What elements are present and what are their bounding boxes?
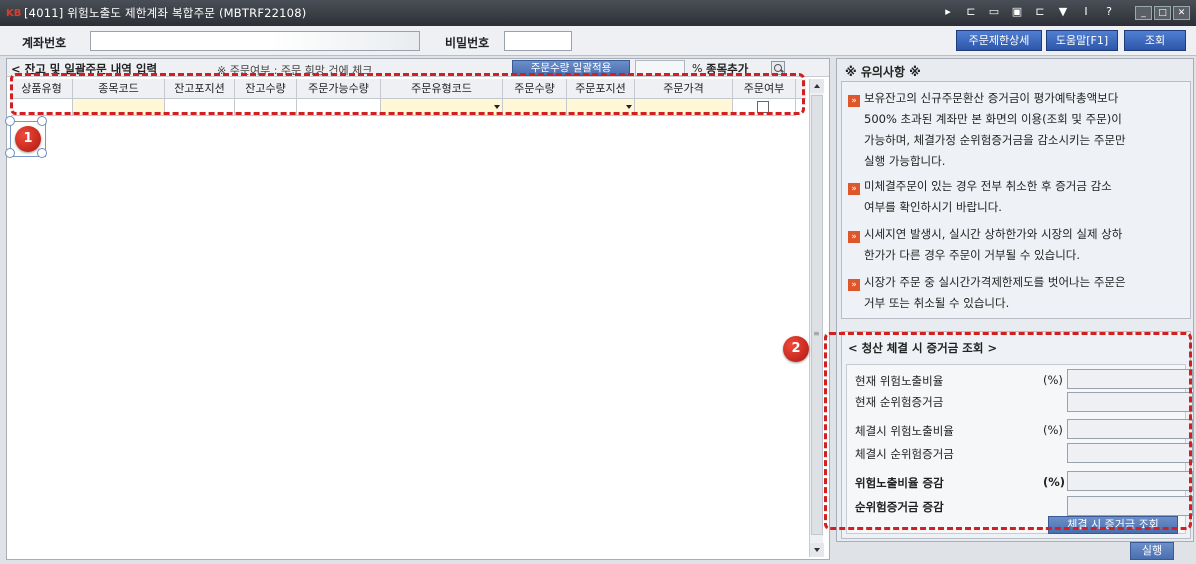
minimize-icon[interactable]: _ <box>1135 6 1152 20</box>
caution-item: » 시장가 주문 중 실시간가격제한제도를 벗어나는 주문은 거부 또는 취소될 … <box>848 272 1188 314</box>
window-controls: _ □ ✕ <box>1135 6 1190 20</box>
window-title: [4011] 위험노출도 제한계좌 복합주문 (MBTRF22108) <box>24 6 307 20</box>
scroll-grip-icon: ≡ <box>813 329 820 338</box>
resize-handle <box>5 116 15 126</box>
text-icon[interactable]: I <box>1079 5 1093 18</box>
caution-item: » 시세지연 발생시, 실시간 상하한가와 시장의 실제 상하 한가가 다른 경우… <box>848 224 1188 266</box>
window-icon[interactable]: ▭ <box>987 5 1001 18</box>
account-number-input[interactable] <box>90 31 420 51</box>
help-button[interactable]: 도움말[F1] <box>1046 30 1118 51</box>
highlight-settlement-box <box>824 332 1192 530</box>
maximize-icon[interactable]: □ <box>1154 6 1171 20</box>
resize-handle <box>5 148 15 158</box>
bullet-arrow-icon: » <box>848 183 860 195</box>
resize-handle <box>37 148 47 158</box>
query-button[interactable]: 조회 <box>1124 30 1186 51</box>
order-limit-detail-button[interactable]: 주문제한상세 <box>956 30 1042 51</box>
resize-handle <box>37 116 47 126</box>
arrow-right-icon[interactable]: ▸ <box>941 5 955 18</box>
close-icon[interactable]: ✕ <box>1173 6 1190 20</box>
bullet-arrow-icon: » <box>848 95 860 107</box>
scroll-thumb[interactable] <box>811 95 823 535</box>
execute-button[interactable]: 실행 <box>1130 542 1174 560</box>
highlight-grid-box <box>10 73 805 115</box>
grid-scrollbar[interactable]: ≡ <box>809 79 824 557</box>
step-badge-2: 2 <box>783 336 809 362</box>
caution-box: » 보유잔고의 신규주문환산 증거금이 평가예탁총액보다 500% 초과된 계좌만… <box>841 81 1191 319</box>
bullet-arrow-icon: » <box>848 231 860 243</box>
scroll-up-icon[interactable] <box>810 79 824 93</box>
password-label: 비밀번호 <box>445 36 490 50</box>
caution-item: » 미체결주문이 있는 경우 전부 취소한 후 증거금 감소 여부를 확인하시기 … <box>848 176 1188 218</box>
scroll-down-icon[interactable] <box>810 543 824 557</box>
app-logo: KB <box>6 7 22 19</box>
account-bar: 계좌번호 비밀번호 주문제한상세 도움말[F1] 조회 <box>0 26 1196 56</box>
account-label: 계좌번호 <box>22 36 67 50</box>
caution-item: » 보유잔고의 신규주문환산 증거금이 평가예탁총액보다 500% 초과된 계좌만… <box>848 88 1188 172</box>
pin-icon[interactable]: ▼ <box>1056 5 1070 18</box>
title-toolbar: ▸ ⊏ ▭ ▣ ⊏ ▼ I ? <box>941 5 1116 18</box>
order-panel: < 잔고 및 일괄주문 내역 입력 ※ 주문여부 : 주문 희망 건에 체크 주… <box>6 58 830 560</box>
settings-icon[interactable]: ▣ <box>1010 5 1024 18</box>
bullet-arrow-icon: » <box>848 279 860 291</box>
step-badge-1: 1 <box>15 126 41 152</box>
title-bar: KB [4011] 위험노출도 제한계좌 복합주문 (MBTRF22108) ▸… <box>0 0 1196 26</box>
help-icon[interactable]: ? <box>1102 5 1116 18</box>
caution-title: ※ 유의사항 ※ <box>845 65 921 79</box>
window-icon[interactable]: ⊏ <box>1033 5 1047 18</box>
window-icon[interactable]: ⊏ <box>964 5 978 18</box>
password-input[interactable] <box>504 31 572 51</box>
